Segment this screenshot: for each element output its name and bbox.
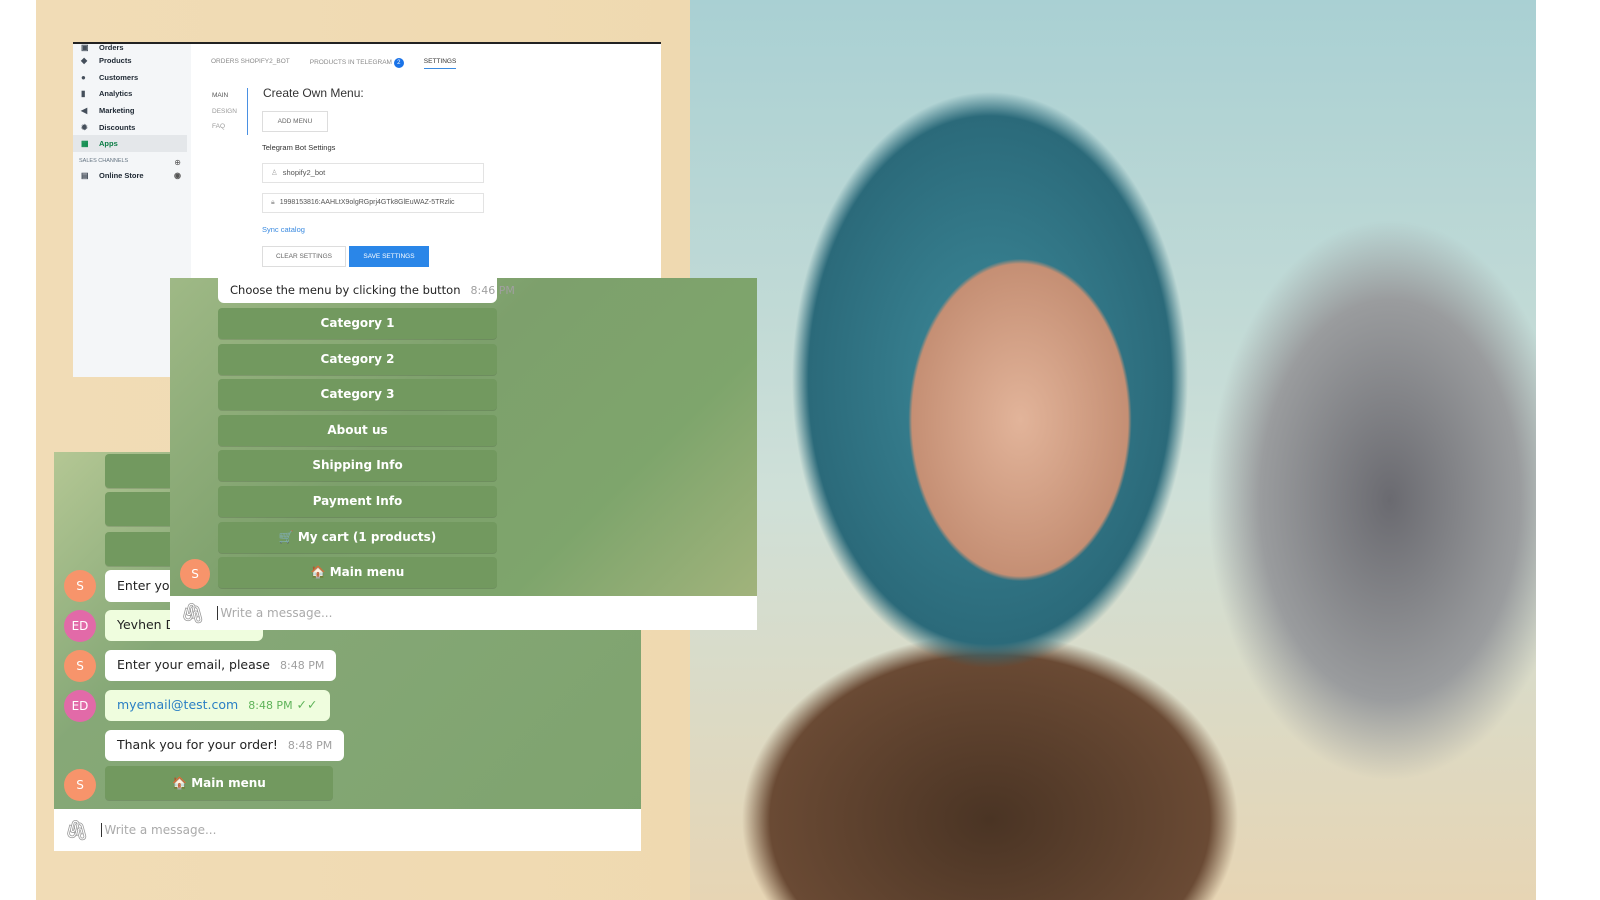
- avatar: S: [64, 769, 96, 801]
- bot-settings-label: Telegram Bot Settings: [262, 143, 336, 152]
- tag-icon: ◆: [81, 55, 88, 65]
- message-bubble: Choose the menu by clicking the button 8:…: [218, 278, 515, 303]
- paperclip-icon[interactable]: 🖇︎: [180, 601, 205, 625]
- tab-products-in-telegram[interactable]: PRODUCTS IN TELEGRAM 2: [310, 58, 404, 69]
- sidebar-item-customers[interactable]: ● Customers: [73, 69, 191, 86]
- keyboard-button[interactable]: 🏠 Main menu: [218, 557, 497, 589]
- save-settings-button[interactable]: SAVE SETTINGS: [349, 246, 429, 267]
- eye-icon[interactable]: ◉: [174, 171, 181, 180]
- message-bubble: Thank you for your order! 8:48 PM: [105, 730, 345, 761]
- sales-channels-heading: SALES CHANNELS: [79, 158, 129, 165]
- keyboard-button[interactable]: 🛒 My cart (1 products): [218, 521, 497, 553]
- avatar: S: [180, 559, 210, 589]
- bot-token-input[interactable]: 🔒︎ 1998153816:AAHLtX9olgRGprj4GTk8GlEuWAZ…: [262, 193, 484, 213]
- sidebar-item-orders[interactable]: ▣ Orders: [73, 42, 191, 52]
- main-menu-button[interactable]: 🏠 Main menu: [105, 766, 333, 800]
- add-menu-button[interactable]: ADD MENU: [262, 111, 328, 132]
- sync-catalog-link[interactable]: Sync catalog: [262, 225, 305, 234]
- bot-name-input[interactable]: ♙ shopify2_bot: [262, 163, 484, 183]
- add-channel-icon[interactable]: ⊕: [174, 158, 181, 167]
- message-bubble: Enter your email, please 8:48 PM: [105, 650, 337, 681]
- clear-settings-button[interactable]: CLEAR SETTINGS: [262, 246, 346, 267]
- avatar: ED: [64, 610, 96, 642]
- subnav-main[interactable]: MAIN: [212, 88, 237, 104]
- keyboard-button[interactable]: Shipping Info: [218, 450, 497, 482]
- tab-settings[interactable]: SETTINGS: [423, 58, 457, 69]
- subnav-design[interactable]: DESIGN: [212, 104, 237, 120]
- sidebar-item-discounts[interactable]: ✹ Discounts: [73, 119, 191, 136]
- sidebar-item-analytics[interactable]: ▮ Analytics: [73, 85, 191, 102]
- keyboard-button[interactable]: Category 3: [218, 379, 497, 411]
- avatar: S: [64, 650, 96, 682]
- avatar: S: [64, 570, 96, 602]
- store-icon: ▤: [81, 170, 89, 180]
- subnav-faq[interactable]: FAQ: [212, 119, 237, 135]
- keyboard-button[interactable]: Payment Info: [218, 486, 497, 517]
- message-bubble: myemail@test.com 8:48 PM ✓✓: [105, 690, 330, 721]
- sidebar-item-marketing[interactable]: ◀ Marketing: [73, 102, 191, 119]
- sidebar-item-apps[interactable]: ▦ Apps: [73, 135, 187, 153]
- avatar: ED: [64, 690, 96, 722]
- paperclip-icon[interactable]: 🖇︎: [64, 818, 89, 842]
- keyboard-button[interactable]: About us: [218, 414, 497, 446]
- telegram-chat-front: Choose the menu by clicking the button 8:…: [170, 278, 757, 630]
- discount-icon: ✹: [81, 122, 88, 132]
- sidebar-item-online-store[interactable]: ▤ Online Store ◉: [73, 167, 191, 184]
- cyborg-woman-illustration: [690, 0, 1536, 900]
- orders-icon: ▣: [81, 42, 89, 52]
- person-icon: ●: [81, 72, 86, 82]
- products-count-badge: 2: [393, 58, 404, 68]
- bar-chart-icon: ▮: [81, 89, 86, 99]
- lock-icon: 🔒︎: [271, 199, 275, 206]
- user-icon: ♙: [271, 168, 278, 177]
- sidebar-item-products[interactable]: ◆ Products: [73, 52, 191, 69]
- read-checkmark-icon: ✓✓: [296, 697, 318, 712]
- message-input[interactable]: 🖇︎ Write a message...: [54, 809, 641, 851]
- keyboard-button[interactable]: Category 2: [218, 343, 497, 375]
- apps-icon: ▦: [81, 139, 89, 149]
- page-title: Create Own Menu:: [263, 86, 364, 100]
- message-input[interactable]: 🖇︎ Write a message...: [170, 596, 757, 630]
- megaphone-icon: ◀: [81, 105, 88, 115]
- keyboard-button[interactable]: Category 1: [218, 308, 497, 339]
- tab-orders[interactable]: ORDERS SHOPIFY2_BOT: [211, 58, 290, 69]
